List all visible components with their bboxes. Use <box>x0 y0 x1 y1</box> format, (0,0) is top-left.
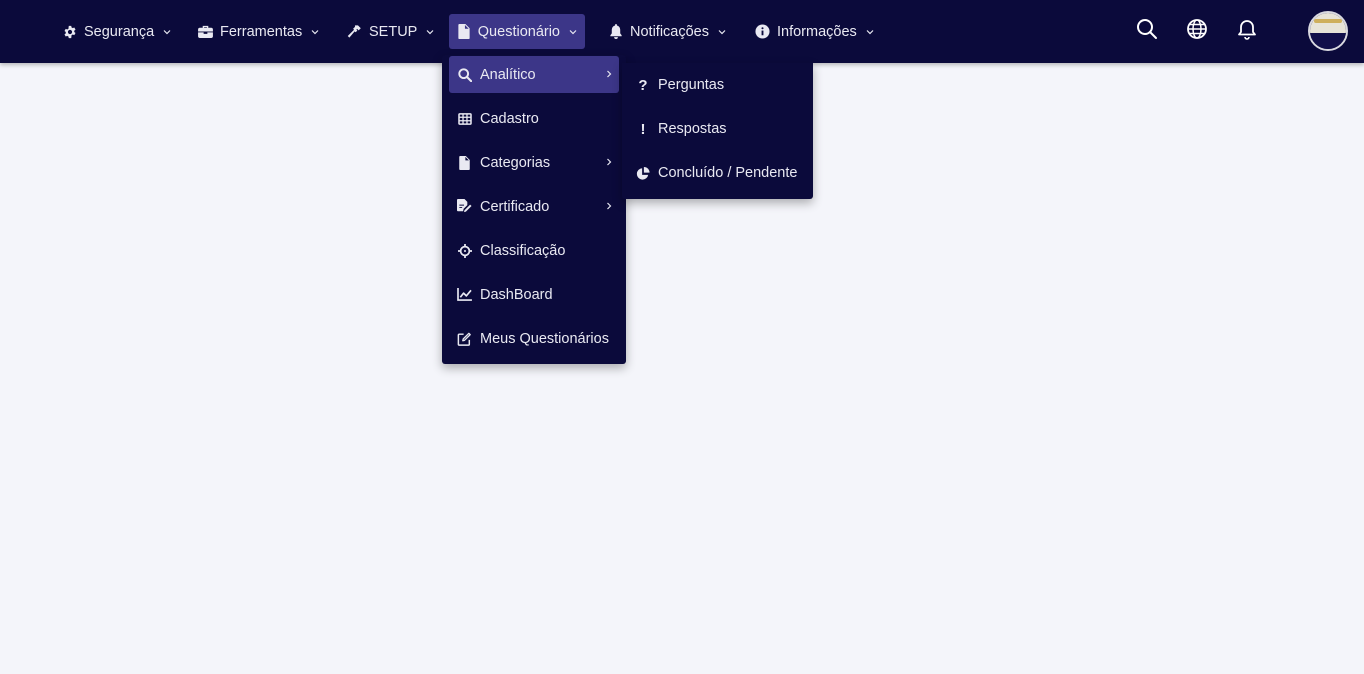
menu-item-label: Analítico <box>480 66 536 83</box>
menu-item-label: Cadastro <box>480 110 539 127</box>
nav-questionario[interactable]: Questionário <box>449 14 585 49</box>
submenu-item-label: Respostas <box>658 121 727 137</box>
search-button[interactable] <box>1135 18 1159 45</box>
pie-chart-icon <box>636 166 650 181</box>
notifications-button[interactable] <box>1235 19 1259 43</box>
nav-label: Informações <box>777 23 857 40</box>
bell-icon <box>608 24 623 39</box>
language-button[interactable] <box>1185 18 1209 45</box>
avatar[interactable] <box>1308 11 1348 51</box>
globe-icon <box>1186 18 1208 45</box>
chevron-right-icon <box>605 157 613 167</box>
menu-item-label: Categorias <box>480 154 551 171</box>
certificate-icon <box>457 199 472 214</box>
chevron-right-icon <box>605 201 613 211</box>
nav-label: Notificações <box>630 23 709 40</box>
file-icon <box>457 24 471 39</box>
toolbox-icon <box>198 24 213 39</box>
chevron-right-icon <box>605 69 613 79</box>
menu-item-classificacao[interactable]: Classificação <box>449 232 619 269</box>
submenu-item-label: Concluído / Pendente <box>658 165 798 181</box>
file-icon <box>457 155 472 170</box>
submenu-item-concluido-pendente[interactable]: Concluído / Pendente <box>630 155 806 191</box>
menu-item-analitico[interactable]: Analítico <box>449 56 619 93</box>
hammer-icon <box>347 24 362 39</box>
bell-outline-icon <box>1236 18 1258 45</box>
chevron-down-icon <box>163 28 171 36</box>
nav-ferramentas[interactable]: Ferramentas <box>190 14 327 49</box>
menu-item-label: Classificação <box>480 242 566 259</box>
menu-item-categorias[interactable]: Categorias <box>449 144 619 181</box>
menu-item-meus-questionarios[interactable]: Meus Questionários <box>449 320 619 357</box>
menu-item-label: Meus Questionários <box>480 330 609 347</box>
search-icon <box>1136 18 1158 45</box>
nav-seguranca[interactable]: Segurança <box>54 14 179 49</box>
nav-label: Segurança <box>84 23 155 40</box>
nav-notificacoes[interactable]: Notificações <box>600 14 734 49</box>
menu-item-label: Certificado <box>480 198 550 215</box>
table-icon <box>457 111 472 126</box>
menu-item-label: DashBoard <box>480 286 553 303</box>
questionario-dropdown: Analítico Cadastro Categorias Certificad… <box>442 55 626 364</box>
top-navbar: Segurança Ferramentas SETUP Questionário… <box>0 0 1364 63</box>
chevron-down-icon <box>426 28 434 36</box>
exclamation-icon: ! <box>640 120 646 138</box>
chart-line-icon <box>457 287 472 302</box>
chevron-down-icon <box>866 28 874 36</box>
submenu-item-label: Perguntas <box>658 77 725 93</box>
menu-item-certificado[interactable]: Certificado <box>449 188 619 225</box>
gear-icon <box>62 24 77 39</box>
nav-label: Questionário <box>477 23 560 40</box>
nav-label: SETUP <box>369 23 418 40</box>
chevron-down-icon <box>718 28 726 36</box>
nav-label: Ferramentas <box>220 23 303 40</box>
nav-setup[interactable]: SETUP <box>339 14 442 49</box>
search-icon <box>457 67 472 82</box>
question-icon: ? <box>638 76 648 94</box>
menu-item-cadastro[interactable]: Cadastro <box>449 100 619 137</box>
chevron-down-icon <box>569 28 577 36</box>
crosshairs-icon <box>457 243 472 258</box>
edit-icon <box>457 331 472 346</box>
submenu-item-respostas[interactable]: ! Respostas <box>630 111 806 147</box>
submenu-item-perguntas[interactable]: ? Perguntas <box>630 67 806 103</box>
nav-informacoes[interactable]: Informações <box>747 14 882 49</box>
menu-item-dashboard[interactable]: DashBoard <box>449 276 619 313</box>
avatar-logo <box>1310 13 1346 33</box>
analitico-submenu: ? Perguntas ! Respostas Concluído / Pend… <box>622 63 813 199</box>
chevron-down-icon <box>311 28 319 36</box>
info-icon <box>755 24 770 39</box>
